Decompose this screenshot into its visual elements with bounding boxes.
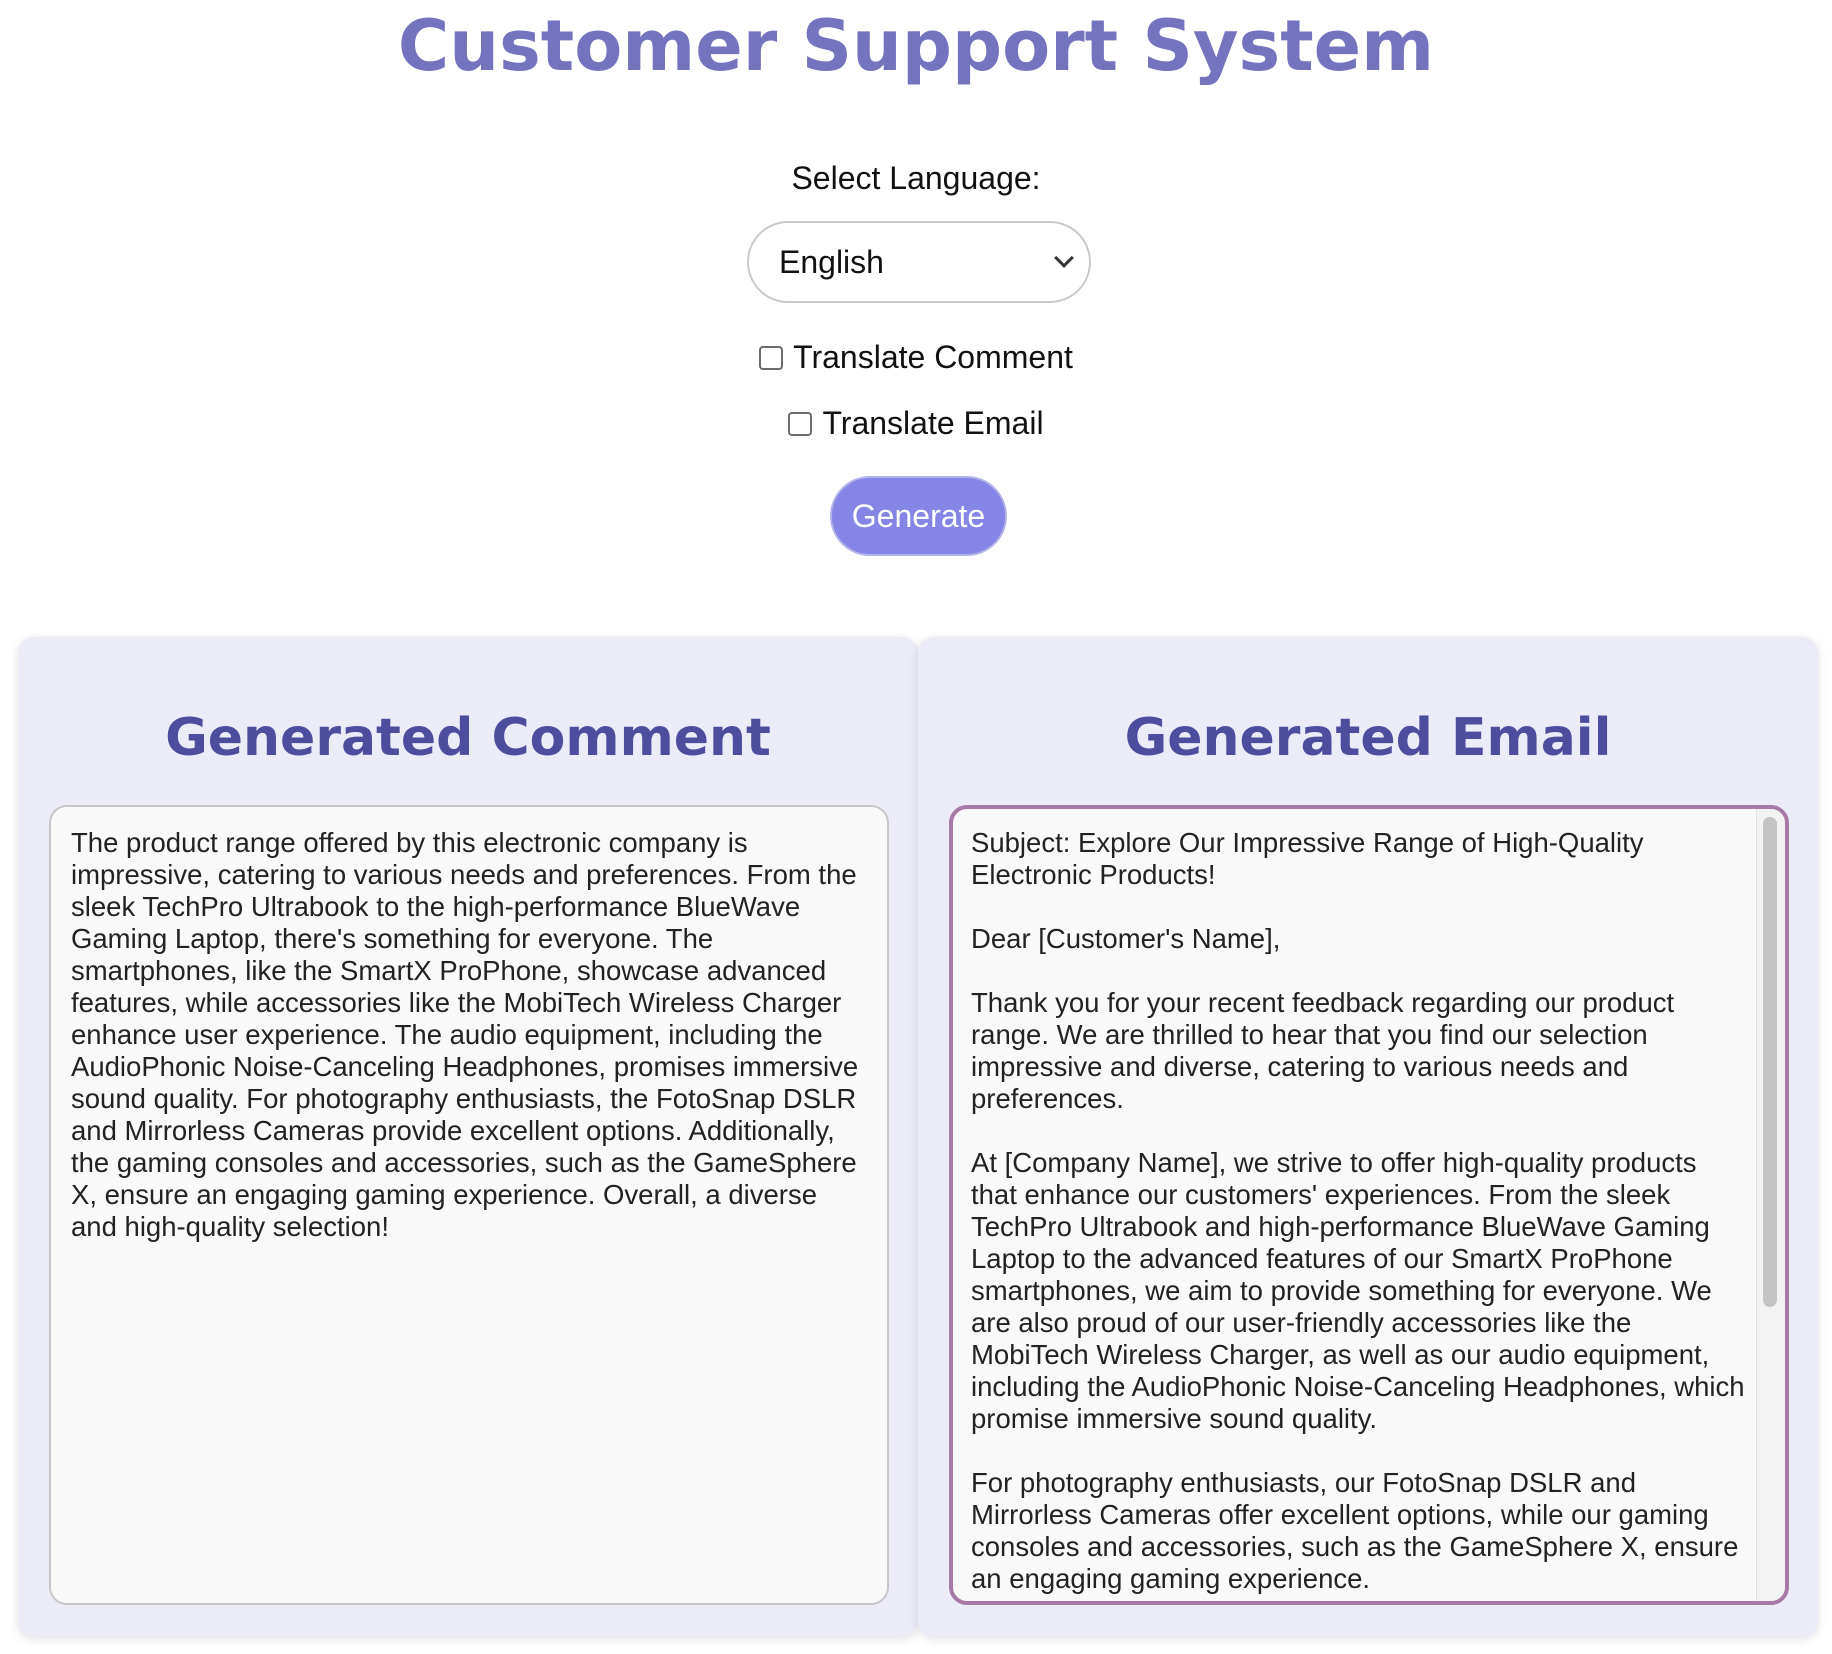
page: Customer Support System Select Language:… xyxy=(0,0,1832,1654)
email-paragraph: Thank you for your recent feedback regar… xyxy=(971,987,1675,1114)
email-panel: Generated Email Subject: Explore Our Imp… xyxy=(918,637,1818,1637)
page-title: Customer Support System xyxy=(397,5,1435,87)
email-paragraph: For photography enthusiasts, our FotoSna… xyxy=(971,1467,1739,1594)
email-scrollbar-thumb[interactable] xyxy=(1763,817,1777,1307)
translate-email-label: Translate Email xyxy=(822,405,1044,441)
comment-textarea[interactable]: The product range offered by this electr… xyxy=(49,805,889,1605)
email-paragraph: Subject: Explore Our Impressive Range of… xyxy=(971,827,1644,890)
language-selected-value: English xyxy=(779,243,884,280)
email-paragraph: At [Company Name], we strive to offer hi… xyxy=(971,1147,1745,1434)
translate-comment-option[interactable]: Translate Comment xyxy=(0,339,1832,376)
email-scrollbar[interactable] xyxy=(1756,809,1785,1601)
translate-email-checkbox[interactable] xyxy=(788,412,813,436)
language-label: Select Language: xyxy=(791,160,1041,196)
comment-panel-title: Generated Comment xyxy=(165,708,771,768)
email-paragraph: Dear [Customer's Name], xyxy=(971,923,1281,954)
comment-panel: Generated Comment The product range offe… xyxy=(18,637,918,1637)
email-textarea[interactable]: Subject: Explore Our Impressive Range of… xyxy=(949,805,1789,1605)
generate-button[interactable]: Generate xyxy=(830,476,1007,556)
email-panel-title: Generated Email xyxy=(1124,708,1612,768)
translate-comment-checkbox[interactable] xyxy=(759,346,784,370)
translate-comment-label: Translate Comment xyxy=(793,339,1073,375)
translate-email-option[interactable]: Translate Email xyxy=(0,405,1832,442)
language-select[interactable]: English xyxy=(747,221,1091,303)
chevron-down-icon xyxy=(1054,248,1074,268)
comment-text: The product range offered by this electr… xyxy=(71,827,859,1242)
